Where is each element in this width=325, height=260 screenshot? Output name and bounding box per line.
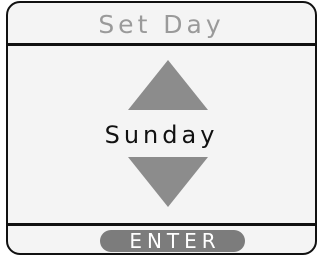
- page-title: Set Day: [98, 9, 225, 39]
- footer: ENTER: [8, 226, 315, 253]
- increment-button[interactable]: [127, 59, 209, 115]
- decrement-button[interactable]: [127, 156, 209, 212]
- device-screen: Set Day Sunday ENTER: [6, 1, 317, 255]
- enter-button[interactable]: ENTER: [100, 229, 245, 253]
- triangle-down-icon: [128, 157, 208, 207]
- header: Set Day: [8, 3, 315, 43]
- triangle-up-icon: [128, 60, 208, 110]
- day-value: Sunday: [104, 121, 219, 149]
- day-selector: Sunday: [8, 46, 315, 223]
